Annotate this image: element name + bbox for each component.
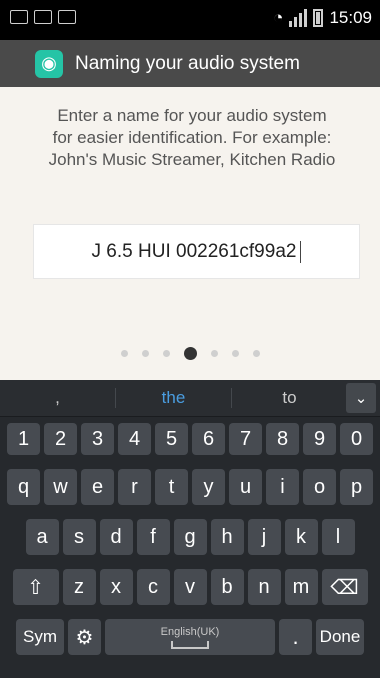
key-h[interactable]: h	[210, 519, 244, 555]
key-1[interactable]: 1	[7, 423, 40, 455]
key-b[interactable]: b	[210, 569, 244, 605]
page-dot	[252, 350, 260, 357]
page-dot-current	[183, 347, 197, 360]
key-o[interactable]: o	[303, 469, 336, 505]
key-2[interactable]: 2	[44, 423, 77, 455]
key-l[interactable]: l	[321, 519, 355, 555]
image-notification-icon	[58, 10, 76, 24]
key-s[interactable]: s	[62, 519, 96, 555]
notification-icons	[10, 10, 76, 24]
suggestion-3[interactable]: to	[232, 388, 347, 408]
key-6[interactable]: 6	[192, 423, 225, 455]
sym-key[interactable]: Sym	[16, 619, 64, 655]
key-0[interactable]: 0	[340, 423, 373, 455]
key-9[interactable]: 9	[303, 423, 336, 455]
key-5[interactable]: 5	[155, 423, 188, 455]
key-m[interactable]: m	[284, 569, 318, 605]
key-w[interactable]: w	[44, 469, 77, 505]
action-bar: ◉ Naming your audio system	[0, 40, 380, 87]
key-d[interactable]: d	[99, 519, 133, 555]
status-bar: ◔ 15:09	[0, 0, 380, 40]
shift-key-icon[interactable]: ⇧	[12, 569, 59, 605]
page-title: Naming your audio system	[75, 52, 300, 74]
space-key[interactable]: English(UK)	[105, 619, 275, 655]
page-indicator	[0, 347, 380, 360]
page-dot	[162, 350, 170, 357]
settings-key-icon[interactable]: ⚙	[68, 619, 101, 655]
letter-row-2: a s d f g h j k l	[0, 519, 380, 555]
status-indicators: ◔ 15:09	[273, 8, 372, 28]
key-i[interactable]: i	[266, 469, 299, 505]
wifi-icon: ◔	[273, 8, 284, 27]
period-key[interactable]: .	[279, 619, 312, 655]
app-logo-icon[interactable]: ◉	[35, 49, 63, 78]
app-notification-icon	[34, 10, 52, 24]
key-a[interactable]: a	[25, 519, 59, 555]
space-bar-icon	[171, 640, 209, 649]
battery-icon	[313, 9, 324, 27]
signal-icon	[289, 9, 308, 27]
key-f[interactable]: f	[136, 519, 170, 555]
instructions-line-3: John's Music Streamer, Kitchen Radio	[48, 150, 336, 169]
suggestion-1[interactable]: ,	[0, 388, 115, 408]
key-8[interactable]: 8	[266, 423, 299, 455]
page-dot	[120, 350, 128, 357]
key-k[interactable]: k	[284, 519, 318, 555]
space-key-label: English(UK)	[160, 625, 220, 638]
page-dot	[231, 350, 239, 357]
instructions-line-2: for easier identification. For example:	[52, 128, 332, 147]
bottom-row: Sym ⚙ English(UK) . Done	[0, 619, 380, 655]
done-key[interactable]: Done	[316, 619, 364, 655]
keyboard-notification-icon	[10, 10, 28, 24]
key-v[interactable]: v	[173, 569, 207, 605]
suggestion-bar: , the to ⌄	[0, 380, 380, 417]
number-row: 1 2 3 4 5 6 7 8 9 0	[0, 423, 380, 455]
instructions-text: Enter a name for your audio system for e…	[26, 105, 358, 171]
instructions-line-1: Enter a name for your audio system	[57, 106, 327, 125]
key-q[interactable]: q	[7, 469, 40, 505]
key-e[interactable]: e	[81, 469, 114, 505]
suggestion-2[interactable]: the	[115, 388, 232, 408]
soft-keyboard: , the to ⌄ 1 2 3 4 5 6 7 8 9 0 q w e r t…	[0, 380, 380, 678]
backspace-key-icon[interactable]: ⌫	[321, 569, 368, 605]
audio-system-name-input[interactable]: J 6.5 HUI 002261cf99a2	[33, 224, 360, 279]
key-4[interactable]: 4	[118, 423, 151, 455]
key-7[interactable]: 7	[229, 423, 262, 455]
key-n[interactable]: n	[247, 569, 281, 605]
letter-row-3: ⇧ z x c v b n m ⌫	[0, 569, 380, 605]
audio-system-name-value[interactable]: J 6.5 HUI 002261cf99a2	[92, 240, 302, 263]
key-u[interactable]: u	[229, 469, 262, 505]
collapse-suggestions-icon[interactable]: ⌄	[346, 383, 376, 413]
key-r[interactable]: r	[118, 469, 151, 505]
key-3[interactable]: 3	[81, 423, 114, 455]
key-z[interactable]: z	[62, 569, 96, 605]
key-y[interactable]: y	[192, 469, 225, 505]
key-g[interactable]: g	[173, 519, 207, 555]
key-j[interactable]: j	[247, 519, 281, 555]
page-dot	[210, 350, 218, 357]
status-time: 15:09	[329, 8, 372, 27]
key-p[interactable]: p	[340, 469, 373, 505]
main-content: Enter a name for your audio system for e…	[0, 87, 380, 380]
letter-row-1: q w e r t y u i o p	[0, 469, 380, 505]
key-t[interactable]: t	[155, 469, 188, 505]
key-x[interactable]: x	[99, 569, 133, 605]
page-dot	[141, 350, 149, 357]
key-c[interactable]: c	[136, 569, 170, 605]
